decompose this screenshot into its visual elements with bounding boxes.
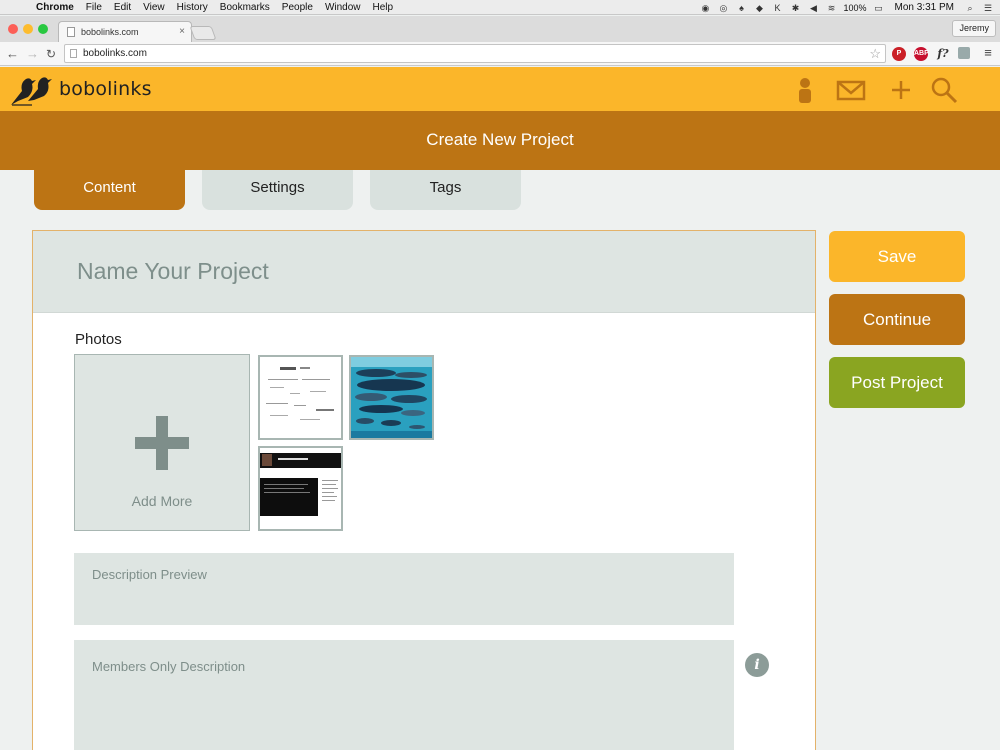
webpage-screenshot-image bbox=[260, 448, 341, 529]
menu-file[interactable]: File bbox=[86, 2, 102, 13]
dropbox-icon[interactable]: ◆ bbox=[753, 3, 765, 13]
logo-text: bobolinks bbox=[59, 78, 152, 100]
plus-icon bbox=[135, 416, 189, 470]
menu-bookmarks[interactable]: Bookmarks bbox=[220, 2, 270, 13]
document-image bbox=[260, 357, 341, 438]
battery-icon[interactable]: ▭ bbox=[873, 3, 885, 13]
user-icon[interactable] bbox=[790, 75, 820, 105]
notification-center-icon[interactable]: ☰ bbox=[982, 3, 994, 13]
zoom-window-button[interactable] bbox=[38, 24, 48, 34]
members-only-description-field[interactable]: Members Only Description bbox=[74, 640, 734, 750]
menu-view[interactable]: View bbox=[143, 2, 165, 13]
mail-icon[interactable] bbox=[836, 75, 866, 105]
info-icon[interactable]: i bbox=[745, 653, 769, 677]
adblock-icon[interactable]: ABP bbox=[914, 47, 929, 61]
menubar-tray: ◉ ◎ ♠ ◆ K ✱ ◀ ≋ 100% ▭ Mon 3:31 PM ⌕ ☰ bbox=[699, 0, 994, 15]
back-arrow-icon[interactable]: ← bbox=[6, 46, 19, 62]
address-url: bobolinks.com bbox=[83, 48, 147, 59]
tab-tags[interactable]: Tags bbox=[370, 170, 521, 210]
reload-icon[interactable]: ↻ bbox=[46, 46, 56, 62]
search-icon[interactable] bbox=[929, 75, 959, 105]
browser-toolbar: ← → ↻ bobolinks.com ☆ P ABP f? ≡ bbox=[0, 42, 1000, 66]
menu-help[interactable]: Help bbox=[373, 2, 394, 13]
logo[interactable]: bobolinks bbox=[8, 71, 152, 107]
wifi-icon[interactable]: ≋ bbox=[825, 3, 837, 13]
extension-icon[interactable] bbox=[958, 47, 970, 59]
menu-window[interactable]: Window bbox=[325, 2, 361, 13]
continue-button[interactable]: Continue bbox=[829, 294, 965, 345]
content-panel: Name Your Project Photos Add More Descri… bbox=[32, 230, 816, 750]
post-project-button[interactable]: Post Project bbox=[829, 357, 965, 408]
globe-icon[interactable]: ◉ bbox=[699, 3, 711, 13]
font-finder-icon[interactable]: f? bbox=[936, 47, 950, 61]
new-tab-button[interactable] bbox=[189, 26, 217, 40]
menu-people[interactable]: People bbox=[282, 2, 313, 13]
photo-thumbnail[interactable] bbox=[258, 446, 343, 531]
pinterest-icon[interactable]: P bbox=[892, 47, 906, 61]
battery-percent[interactable]: 100% bbox=[843, 3, 866, 13]
bluetooth-icon[interactable]: ✱ bbox=[789, 3, 801, 13]
os-menubar: Chrome File Edit View History Bookmarks … bbox=[0, 0, 1000, 15]
forward-arrow-icon[interactable]: → bbox=[26, 46, 39, 62]
save-button[interactable]: Save bbox=[829, 231, 965, 282]
description-preview-field[interactable]: Description Preview bbox=[74, 553, 734, 625]
plus-icon[interactable] bbox=[886, 75, 916, 105]
whales-poster-image bbox=[351, 357, 432, 438]
birds-logo-icon bbox=[11, 77, 52, 106]
spotlight-icon[interactable]: ⌕ bbox=[964, 3, 976, 13]
chrome-menu-icon[interactable]: ≡ bbox=[981, 46, 995, 60]
creative-cloud-icon[interactable]: ◎ bbox=[717, 3, 729, 13]
address-bar[interactable]: bobolinks.com ☆ bbox=[64, 44, 886, 63]
profile-button[interactable]: Jeremy bbox=[952, 20, 996, 37]
menu-edit[interactable]: Edit bbox=[114, 2, 131, 13]
menu-chrome[interactable]: Chrome bbox=[36, 2, 74, 13]
add-more-photos-button[interactable]: Add More bbox=[74, 354, 250, 531]
browser-tabstrip: bobolinks.com × Jeremy bbox=[0, 16, 1000, 42]
evernote-icon[interactable]: ♠ bbox=[735, 3, 747, 13]
k-icon[interactable]: K bbox=[771, 3, 783, 13]
bookmark-star-icon[interactable]: ☆ bbox=[869, 46, 881, 62]
close-tab-icon[interactable]: × bbox=[179, 26, 185, 37]
close-window-button[interactable] bbox=[8, 24, 18, 34]
menu-history[interactable]: History bbox=[177, 2, 208, 13]
tab-settings[interactable]: Settings bbox=[202, 170, 353, 210]
browser-tab-title: bobolinks.com bbox=[81, 27, 139, 37]
photos-label: Photos bbox=[75, 331, 122, 348]
photo-thumbnail[interactable] bbox=[349, 355, 434, 440]
page-title: Create New Project bbox=[0, 111, 1000, 170]
page-icon bbox=[67, 27, 75, 37]
minimize-window-button[interactable] bbox=[23, 24, 33, 34]
add-more-label: Add More bbox=[131, 493, 193, 509]
page-icon bbox=[70, 49, 77, 58]
browser-tab[interactable]: bobolinks.com × bbox=[58, 21, 192, 42]
clock[interactable]: Mon 3:31 PM bbox=[895, 2, 954, 13]
tab-content[interactable]: Content bbox=[34, 170, 185, 210]
volume-icon[interactable]: ◀ bbox=[807, 3, 819, 13]
photo-thumbnail[interactable] bbox=[258, 355, 343, 440]
site-header: bobolinks bbox=[0, 67, 1000, 111]
project-name-input[interactable]: Name Your Project bbox=[33, 231, 815, 313]
